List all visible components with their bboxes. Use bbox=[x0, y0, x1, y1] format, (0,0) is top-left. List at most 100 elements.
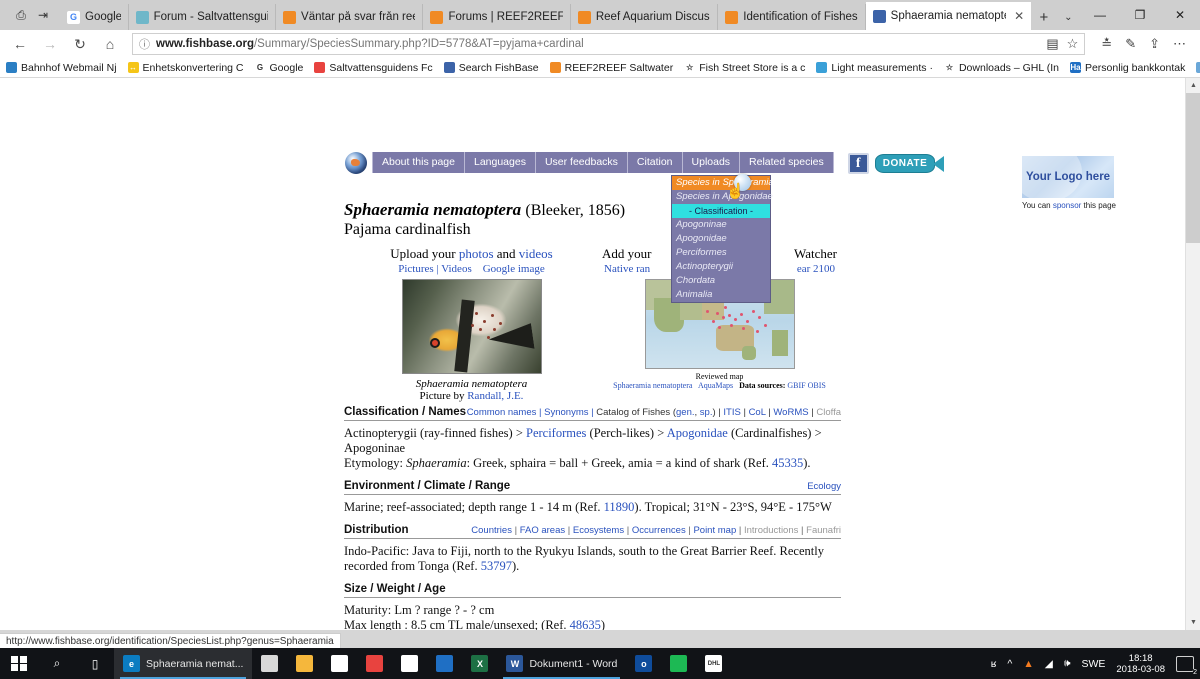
reading-list-icon[interactable]: ≛ bbox=[1101, 36, 1112, 52]
task-view-icon[interactable]: ▯ bbox=[76, 648, 114, 679]
taskbar-app[interactable]: X bbox=[462, 648, 497, 679]
web-notes-icon[interactable]: ✎ bbox=[1125, 36, 1136, 52]
sponsor-link[interactable]: sponsor bbox=[1053, 201, 1081, 210]
address-bar[interactable]: ⓘ www.fishbase.org/Summary/SpeciesSummar… bbox=[132, 33, 1086, 55]
taskbar-app[interactable] bbox=[392, 648, 427, 679]
dropdown-item[interactable]: Apogoninae bbox=[672, 218, 770, 232]
google-image-link[interactable]: Google image bbox=[483, 263, 545, 275]
minimize-button[interactable]: — bbox=[1080, 0, 1120, 30]
browser-tab[interactable]: Identification of Fishes | REE bbox=[718, 4, 866, 30]
fishbase-menu-item[interactable]: User feedbacks bbox=[535, 152, 628, 173]
bookmark-item[interactable]: Search FishBase bbox=[443, 62, 539, 74]
refresh-button[interactable]: ↻ bbox=[66, 32, 94, 56]
year-2100-link[interactable]: ear 2100 bbox=[797, 263, 835, 275]
bookmark-item[interactable]: Bahnhof Webmail Nj bbox=[6, 62, 117, 74]
species-photo[interactable] bbox=[401, 279, 542, 374]
restore-button[interactable]: ❐ bbox=[1120, 0, 1160, 30]
dropdown-item[interactable]: - Classification - bbox=[672, 204, 770, 218]
browser-tab[interactable]: G Google bbox=[60, 4, 129, 30]
browser-tab[interactable]: Forum - Saltvattensguiden bbox=[128, 4, 277, 30]
section-link[interactable]: Point map bbox=[693, 525, 736, 536]
bookmark-item[interactable]: Ha Personlig bankkontak bbox=[1069, 62, 1185, 74]
browser-tab[interactable]: Sphaeramia nematopte ✕ bbox=[865, 2, 1032, 30]
avast-icon[interactable]: ▲ bbox=[1023, 658, 1033, 670]
set-tabs-aside-icon[interactable]: ⇥ bbox=[32, 4, 54, 26]
people-icon[interactable]: ʁ bbox=[991, 658, 997, 670]
bookmark-item[interactable]: ↔ Enhetskonvertering C bbox=[127, 62, 244, 74]
section-link[interactable]: FAO areas bbox=[520, 525, 565, 536]
scrollbar-thumb[interactable] bbox=[1186, 93, 1200, 243]
taskbar-app[interactable]: o bbox=[626, 648, 661, 679]
pictures-link[interactable]: Pictures bbox=[398, 263, 433, 275]
bookmark-item[interactable]: ☆ Fish Street Store is a c bbox=[684, 62, 805, 74]
bookmark-item[interactable]: G Google bbox=[254, 62, 303, 74]
section-link[interactable]: Occurrences bbox=[632, 525, 686, 536]
fishbase-menu-item[interactable]: Uploads bbox=[682, 152, 741, 173]
photos-link[interactable]: photos bbox=[459, 246, 494, 261]
section-link[interactable]: CoL bbox=[749, 407, 766, 418]
show-hidden-icons-chevron[interactable]: ^ bbox=[1007, 658, 1012, 670]
dropdown-item[interactable]: Apogonidae bbox=[672, 232, 770, 246]
sponsor-logo-placeholder[interactable]: Your Logo here bbox=[1022, 156, 1114, 198]
share-icon[interactable]: ⇪ bbox=[1149, 36, 1160, 52]
aquamaps-link[interactable]: AquaMaps bbox=[698, 381, 733, 390]
section-link[interactable]: Common names bbox=[467, 407, 537, 418]
start-button[interactable] bbox=[0, 648, 38, 679]
favorites-star-icon[interactable]: ☆ bbox=[1067, 36, 1079, 52]
tab-list-dropdown[interactable]: ⌄ bbox=[1057, 4, 1080, 30]
dropdown-item[interactable]: Species in Apogonidae bbox=[672, 190, 773, 204]
related-species-dropdown[interactable]: Species in Sphaeramia Species in Apogonid… bbox=[671, 175, 774, 303]
wifi-icon[interactable]: ◢ bbox=[1045, 658, 1053, 670]
taskbar-app[interactable] bbox=[661, 648, 696, 679]
browser-tab[interactable]: Reef Aquarium Discussion | bbox=[570, 4, 719, 30]
site-info-icon[interactable]: ⓘ bbox=[139, 36, 150, 52]
map-species-link[interactable]: Sphaeramia nematoptera bbox=[613, 381, 692, 390]
bookmark-item[interactable]: REEF2REEF Saltwater bbox=[549, 62, 673, 74]
scroll-up-arrow[interactable]: ▲ bbox=[1186, 78, 1200, 93]
browser-tab[interactable]: Väntar på svar från reef2ree bbox=[276, 4, 424, 30]
forward-button[interactable]: → bbox=[36, 32, 64, 56]
section-link[interactable]: Ecosystems bbox=[573, 525, 624, 536]
taskbar-app[interactable]: e Sphaeramia nemat... bbox=[114, 648, 253, 679]
language-indicator[interactable]: SWE bbox=[1081, 658, 1105, 670]
close-tab-icon[interactable]: ✕ bbox=[1014, 9, 1024, 23]
taskbar-app[interactable]: W Dokument1 - Word bbox=[497, 648, 626, 679]
scroll-down-arrow[interactable]: ▼ bbox=[1186, 615, 1200, 630]
section-link[interactable]: Ecology bbox=[807, 481, 841, 492]
dropdown-item[interactable]: Actinopterygii bbox=[672, 260, 770, 274]
videos-link[interactable]: videos bbox=[519, 246, 553, 261]
more-settings-icon[interactable]: ⋯ bbox=[1173, 36, 1186, 52]
bookmark-item[interactable]: Korallexp 20180105 - bbox=[1196, 62, 1200, 74]
taskbar-app[interactable] bbox=[322, 648, 357, 679]
section-link[interactable]: ITIS bbox=[723, 407, 740, 418]
dropdown-item[interactable]: Species in Sphaeramia bbox=[672, 176, 774, 190]
back-button[interactable]: ← bbox=[6, 32, 34, 56]
home-button[interactable]: ⌂ bbox=[96, 32, 124, 56]
donate-fish-button[interactable]: DONATE bbox=[874, 154, 945, 173]
taskbar-app[interactable] bbox=[252, 648, 287, 679]
photo-credit-link[interactable]: Randall, J.E. bbox=[467, 390, 523, 402]
bookmark-item[interactable]: ☆ Downloads – GHL (In bbox=[943, 62, 1059, 74]
section-link[interactable]: Countries bbox=[471, 525, 512, 536]
fishbase-menu-item[interactable]: About this page bbox=[372, 152, 465, 173]
section-link[interactable]: WoRMS bbox=[773, 407, 808, 418]
section-link[interactable]: sp. bbox=[700, 407, 713, 418]
gbif-obis-link[interactable]: GBIF OBIS bbox=[787, 381, 825, 390]
taskbar-app[interactable]: DHL bbox=[696, 648, 731, 679]
browser-tab[interactable]: Forums | REEF2REEF Saltwa bbox=[423, 4, 571, 30]
page-scrollbar[interactable]: ▲ ▼ bbox=[1185, 78, 1200, 630]
section-link[interactable]: | bbox=[536, 407, 544, 418]
dropdown-item[interactable]: Animalia bbox=[672, 288, 770, 302]
new-window-icon[interactable]: ⎙ bbox=[10, 4, 32, 26]
fishbase-menu-item[interactable]: Languages bbox=[464, 152, 536, 173]
reading-view-icon[interactable]: ▤ bbox=[1046, 36, 1058, 52]
native-range-link[interactable]: Native ran bbox=[604, 263, 650, 275]
fishbase-menu-item[interactable]: Related species bbox=[740, 152, 834, 173]
action-center-icon[interactable] bbox=[1176, 655, 1198, 676]
volume-icon[interactable]: 🕪 bbox=[1064, 657, 1071, 670]
taskbar-app[interactable] bbox=[427, 648, 462, 679]
bookmark-item[interactable]: Saltvattensguidens Fc bbox=[314, 62, 433, 74]
taskbar-app[interactable] bbox=[357, 648, 392, 679]
facebook-icon[interactable]: f bbox=[847, 153, 869, 174]
bookmark-item[interactable]: Light measurements · bbox=[816, 62, 933, 74]
